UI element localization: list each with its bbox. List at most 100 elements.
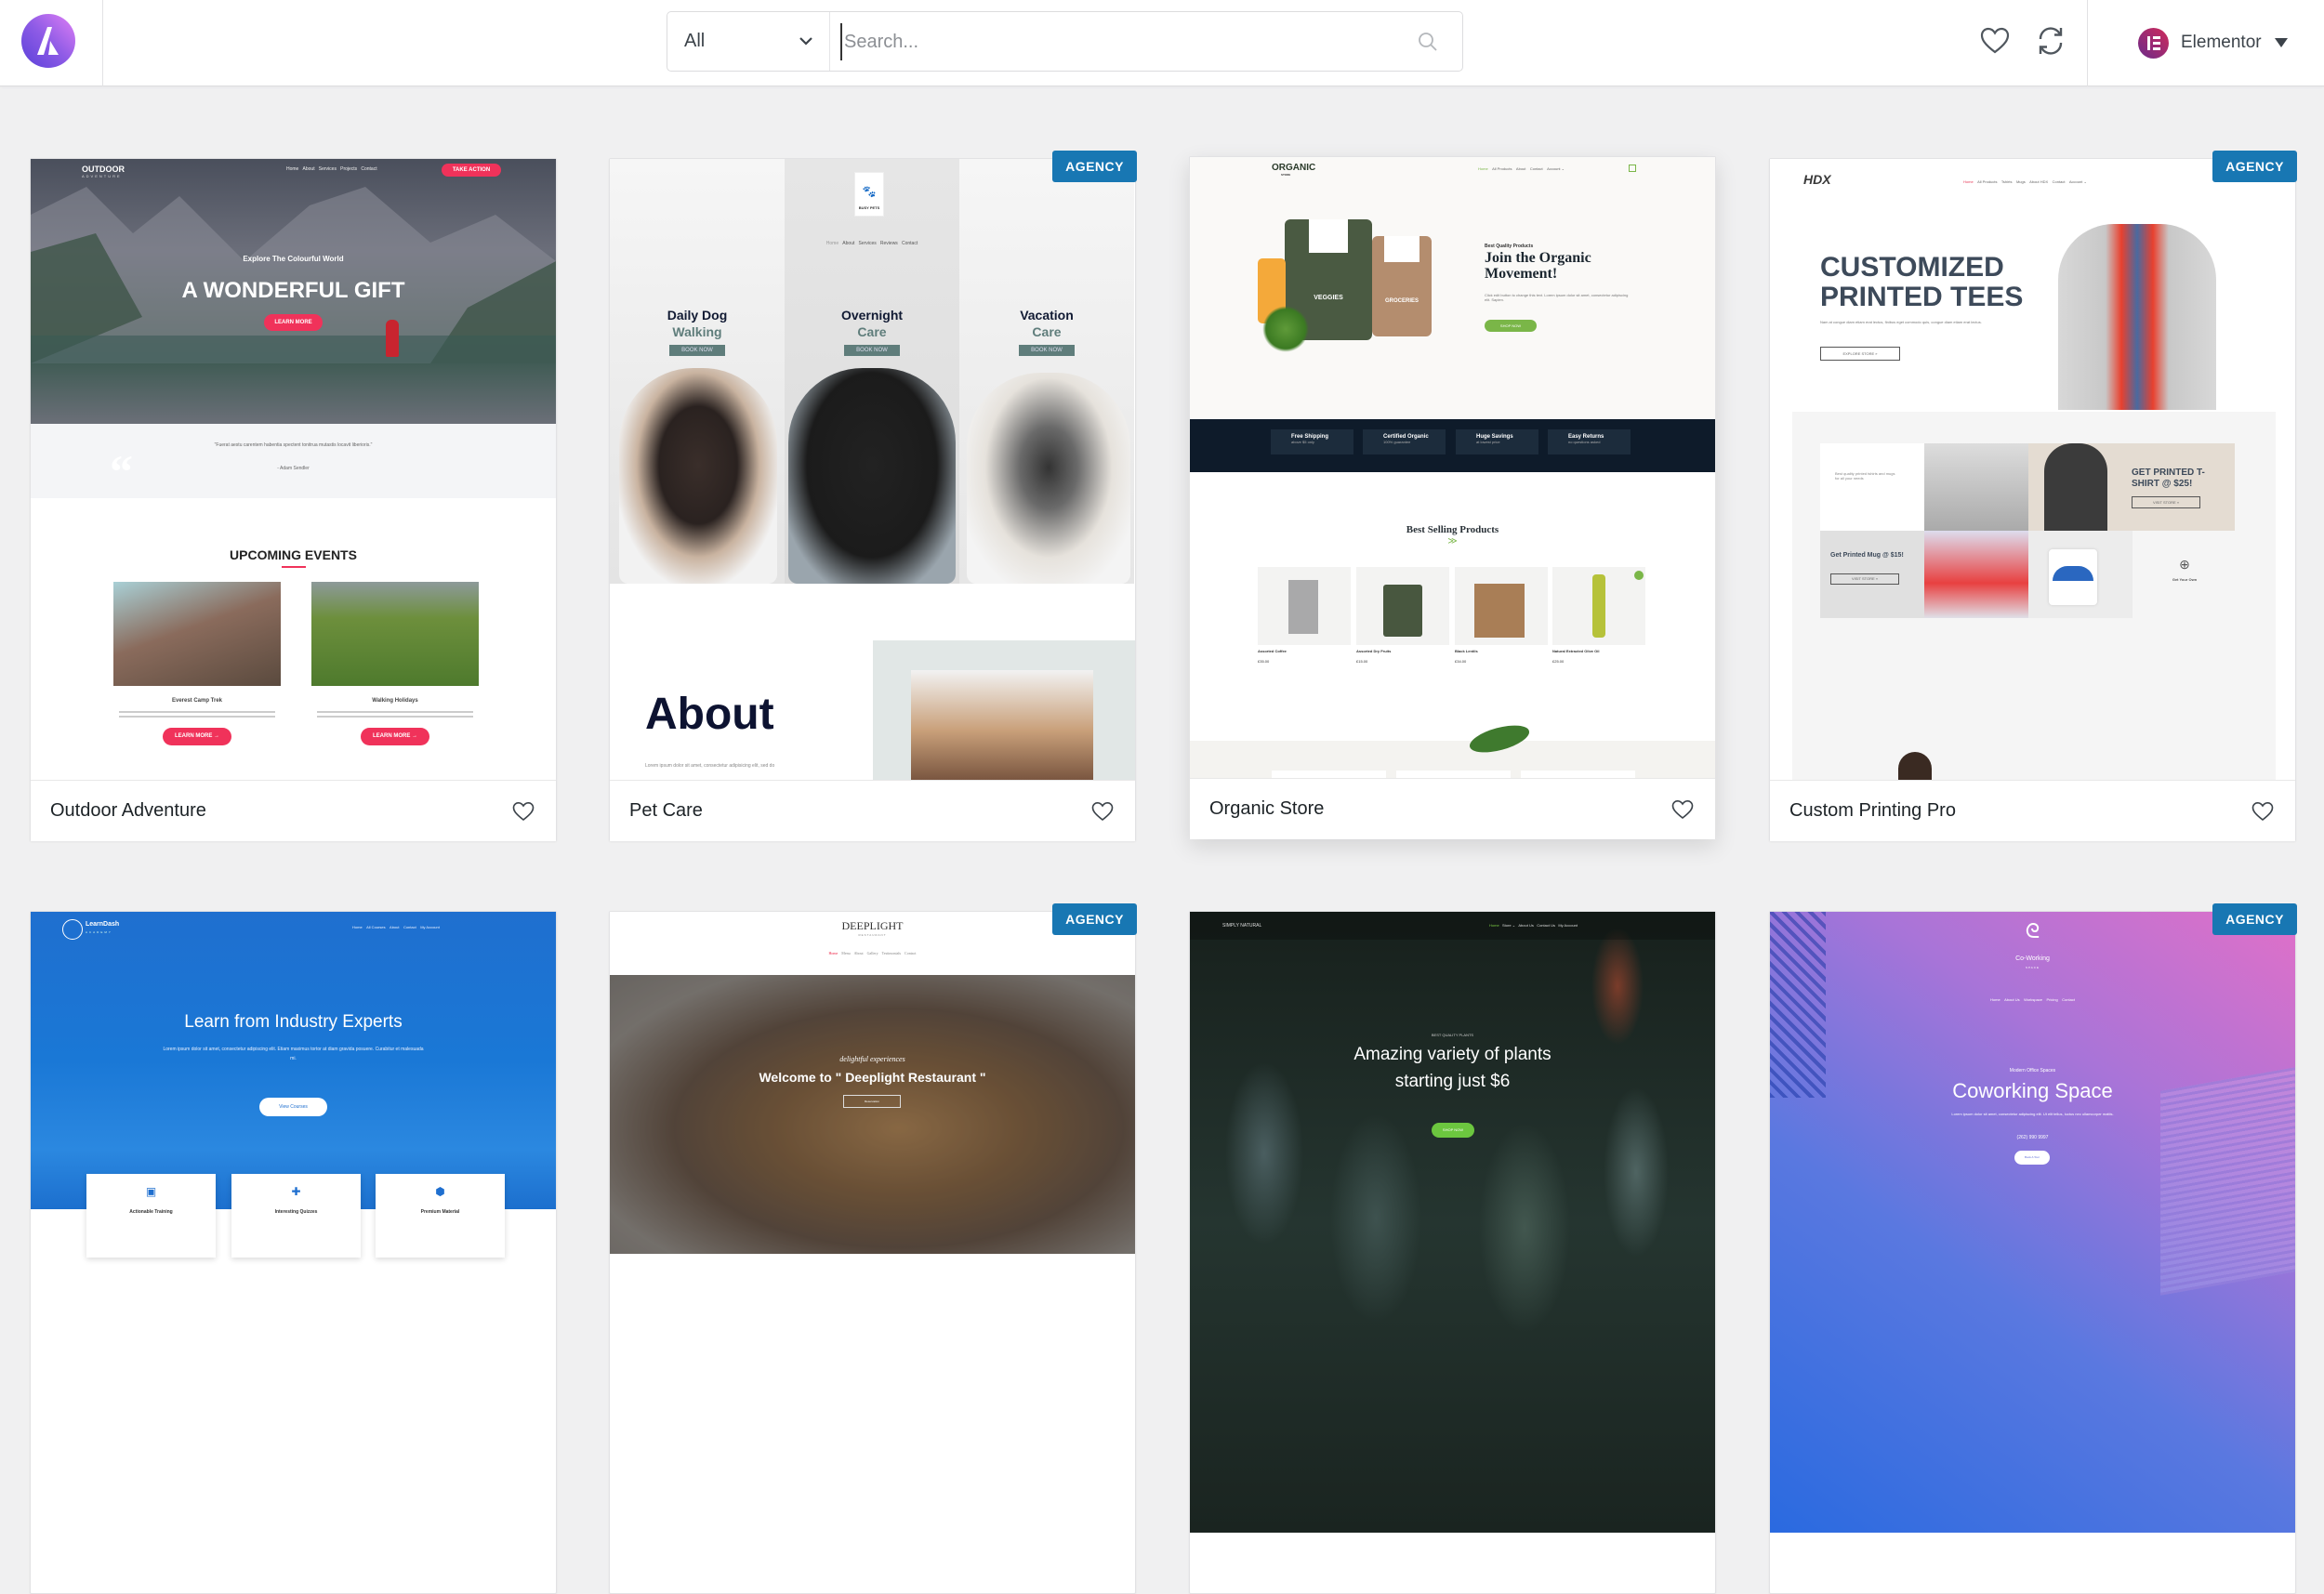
template-card[interactable]: AGENCY DEEPLIGHT RESTAURANT Home Menu Ab…: [609, 903, 1137, 1594]
dog-image: [967, 373, 1130, 584]
template-card[interactable]: SIMPLY NATURAL Home Store ⌄ About Us Con…: [1189, 911, 1716, 1594]
preview-text: Best Selling Products: [1406, 524, 1499, 535]
preview-graphic: Home All Courses About Contact My Accoun…: [352, 925, 440, 929]
preview-text: Pricing: [2046, 997, 2058, 1002]
preview-text: Co-Working: [2015, 955, 2050, 962]
template-card[interactable]: LearnDash ACADEMY Home All Courses About…: [30, 911, 557, 1594]
preview-text: Home: [828, 951, 838, 955]
heart-icon[interactable]: [1978, 24, 2012, 58]
preview-text: LEARN MORE →: [361, 728, 429, 745]
preview-text: Menu: [841, 951, 851, 955]
preview-graphic: [1262, 306, 1309, 352]
template-card[interactable]: AGENCY ᘓ Co-Working SPACE Home About Us …: [1769, 903, 2297, 1594]
preview-graphic: ⬢: [435, 1185, 445, 1198]
dog-image: [788, 368, 956, 584]
template-card[interactable]: OUTDOOR ADVENTURE Home About Services Pr…: [30, 158, 557, 841]
preview-text: Testimonials: [881, 951, 902, 955]
template-card[interactable]: AGENCY HDX Home All Products Tshirts Mug…: [1769, 151, 2297, 841]
preview-graphic: [282, 566, 306, 568]
preview-text: Coworking Space: [1952, 1079, 2113, 1102]
preview-text: VISIT STORE »: [2132, 496, 2200, 508]
sync-icon[interactable]: [2034, 24, 2067, 58]
page-builder-selector[interactable]: Elementor: [2138, 24, 2288, 61]
preview-text: Reservation: [843, 1095, 901, 1108]
preview-text: Home: [1489, 923, 1499, 928]
preview-text: ORGANIC: [1272, 163, 1316, 173]
preview-text: Everest Camp Trek: [171, 698, 223, 704]
preview-graphic: Home Menu About Gallery Testimonials Con…: [610, 951, 1135, 955]
preview-graphic: [113, 582, 281, 686]
quote-section: “ "Fuerat aestu carentem habentia specte…: [31, 424, 556, 498]
template-title[interactable]: Custom Printing Pro: [1789, 800, 1956, 822]
preview-graphic: [1629, 165, 1636, 172]
agency-badge: AGENCY: [2212, 151, 2297, 182]
preview-text: Store ⌄: [1502, 923, 1516, 928]
template-preview[interactable]: 🐾 BUSY PETS Home About Services Reviews …: [610, 159, 1135, 780]
card-footer: Pet Care: [610, 780, 1135, 841]
template-title[interactable]: Outdoor Adventure: [50, 800, 206, 822]
favorite-heart-icon[interactable]: [1090, 799, 1115, 823]
preview-text: LearnDash: [86, 921, 120, 928]
features-bar: Free Shipping above $5 only Certified Org…: [1190, 419, 1715, 472]
preview-graphic: Home About Services Reviews Contact: [785, 241, 959, 246]
template-title[interactable]: Organic Store: [1209, 798, 1324, 820]
preview-graphic: [119, 711, 275, 720]
preview-text: OUTDOOR: [82, 165, 125, 174]
preview-text: Premium Material: [420, 1209, 460, 1215]
preview-text: Contact: [901, 241, 918, 246]
preview-graphic: Home All Products Tshirts Mugs About HDX…: [1963, 179, 2087, 184]
preview-text: Explore The Colourful World: [243, 255, 344, 263]
preview-text: Amazing variety of plants: [1353, 1045, 1552, 1064]
agency-badge: AGENCY: [1052, 151, 1137, 182]
favorite-heart-icon[interactable]: [1670, 797, 1695, 822]
preview-text: TAKE ACTION: [442, 164, 501, 177]
preview-text: Lorem ipsum dolor sit amet, consectetur …: [645, 763, 775, 769]
preview-text: SHOP NOW: [1485, 320, 1537, 332]
favorite-heart-icon[interactable]: [2251, 799, 2275, 823]
preview-text: Reviews: [879, 241, 898, 246]
top-bar: All Elementor: [0, 0, 2324, 86]
preview-text: SPACE: [2026, 966, 2040, 969]
preview-text: About: [390, 925, 400, 929]
template-preview[interactable]: ᘓ Co-Working SPACE Home About Us Workspa…: [1770, 912, 2295, 1533]
search-icon[interactable]: [1417, 31, 1439, 53]
preview-text: PRINTED TEES: [1820, 282, 2024, 312]
preview-text: £25.00: [1552, 659, 1565, 664]
template-title[interactable]: Pet Care: [629, 800, 703, 822]
preview-text: About: [853, 951, 864, 955]
template-preview[interactable]: DEEPLIGHT RESTAURANT Home Menu About Gal…: [610, 912, 1135, 1533]
preview-text: Modern Office Spaces: [2009, 1068, 2056, 1074]
preview-text: Lorem ipsum dolor sit amet, consectetur …: [163, 1047, 424, 1061]
astra-logo[interactable]: [21, 14, 75, 68]
preview-text: Home: [825, 241, 839, 246]
preview-text: Care: [1032, 324, 1062, 339]
template-preview[interactable]: LearnDash ACADEMY Home All Courses About…: [31, 912, 556, 1533]
succulent-image: [1190, 912, 1715, 1533]
template-card[interactable]: ORGANIC STORE Home All Products About Co…: [1189, 156, 1716, 839]
category-filter-dropdown[interactable]: All: [667, 12, 830, 71]
preview-text: VISIT STORE »: [1830, 573, 1899, 585]
template-card[interactable]: AGENCY 🐾 BUSY PETS Home About Services R…: [609, 151, 1137, 841]
template-preview[interactable]: SIMPLY NATURAL Home Store ⌄ About Us Con…: [1190, 912, 1715, 1533]
preview-graphic: [311, 582, 479, 686]
preview-graphic: [1190, 912, 1715, 940]
template-preview[interactable]: ORGANIC STORE Home All Products About Co…: [1190, 157, 1715, 778]
preview-text: About Us: [2004, 997, 2020, 1002]
favorite-heart-icon[interactable]: [511, 799, 535, 823]
search-input[interactable]: [840, 23, 1398, 60]
preview-text: Black Lentils: [1455, 649, 1478, 653]
preview-text: Account ⌄: [2068, 179, 2087, 184]
preview-text: Best quality printed tshirts and mugs fo…: [1835, 471, 1895, 481]
template-preview[interactable]: HDX Home All Products Tshirts Mugs About…: [1770, 159, 2295, 780]
preview-text: at lowest price: [1476, 440, 1500, 444]
preview-text: GROCERIES: [1384, 298, 1419, 304]
preview-graphic: [1272, 771, 1386, 778]
template-preview[interactable]: OUTDOOR ADVENTURE Home About Services Pr…: [31, 159, 556, 780]
preview-graphic: Free Shipping above $5 only: [1271, 429, 1353, 454]
preview-graphic: Home Store ⌄ About Us Contact Us My Acco…: [1489, 923, 1578, 928]
preview-text: Walking Holidays: [372, 698, 418, 704]
dog-image: [619, 368, 777, 584]
preview-text: A WONDERFUL GIFT: [181, 278, 405, 303]
preview-text: All Products: [1977, 179, 1998, 184]
preview-text: Daily Dog: [667, 308, 728, 323]
